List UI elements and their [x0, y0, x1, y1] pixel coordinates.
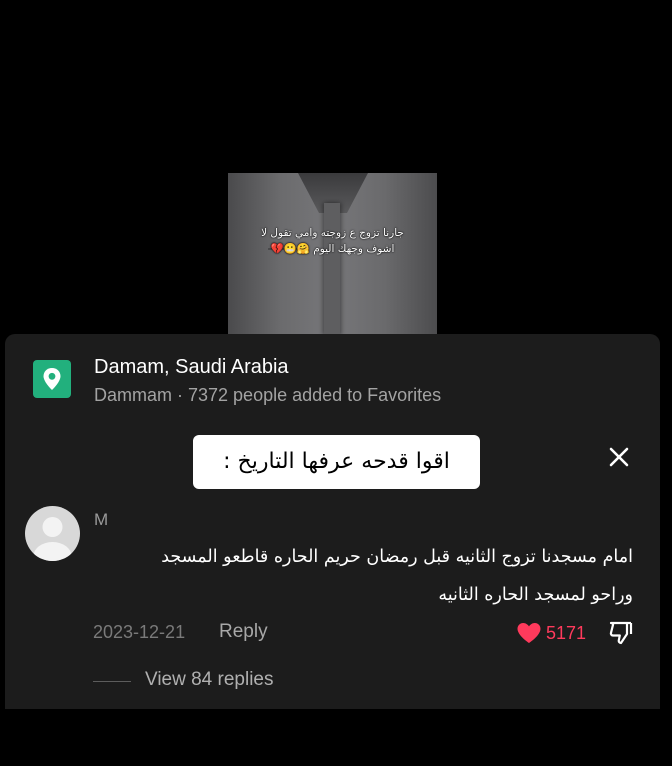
replies-divider: [93, 681, 131, 682]
close-button[interactable]: [605, 443, 633, 471]
location-subtitle: Dammam · 7372 people added to Favorites: [94, 385, 442, 405]
video-thumbnail[interactable]: جارنا تزوج ع زوجته وامي تقول لا اشوف وجه…: [228, 173, 437, 335]
comment-username[interactable]: M: [94, 510, 108, 530]
comment-text-line1: امام مسجدنا تزوج الثانيه قبل رمضان حريم …: [161, 547, 633, 567]
video-caption-line2: اشوف وجهك اليوم 🤗😬💔: [270, 243, 395, 255]
like-count: 5171: [546, 623, 587, 643]
comment-text-line2: وراحو لمسجد الحاره الثانيه: [438, 585, 633, 605]
heart-icon: [517, 623, 541, 643]
overlay-text-label: اقوا قدحه عرفها التاريخ :: [193, 435, 480, 489]
screen: { "video": { "caption_line1": "جارنا تزو…: [0, 0, 672, 766]
video-caption: جارنا تزوج ع زوجته وامي تقول لا اشوف وجه…: [228, 225, 437, 257]
comment-date: 2023-12-21: [93, 622, 186, 642]
thumbs-down-icon: [609, 621, 633, 645]
comments-panel: Damam, Saudi Arabia Dammam · 7372 people…: [5, 334, 660, 709]
location-pin-icon[interactable]: [33, 360, 71, 398]
video-caption-line1: جارنا تزوج ع زوجته وامي تقول لا: [261, 227, 404, 239]
close-icon: [609, 447, 629, 467]
comment-text: امام مسجدنا تزوج الثانيه قبل رمضان حريم …: [93, 538, 633, 614]
location-pin-glyph: [43, 368, 61, 390]
dislike-button[interactable]: [608, 620, 634, 646]
default-avatar-icon: [33, 517, 72, 561]
view-replies-button[interactable]: View 84 replies: [145, 669, 274, 691]
shirt-placket: [324, 203, 340, 335]
location-title[interactable]: Damam, Saudi Arabia: [94, 356, 289, 379]
reply-button[interactable]: Reply: [219, 621, 268, 643]
avatar[interactable]: [25, 506, 80, 561]
